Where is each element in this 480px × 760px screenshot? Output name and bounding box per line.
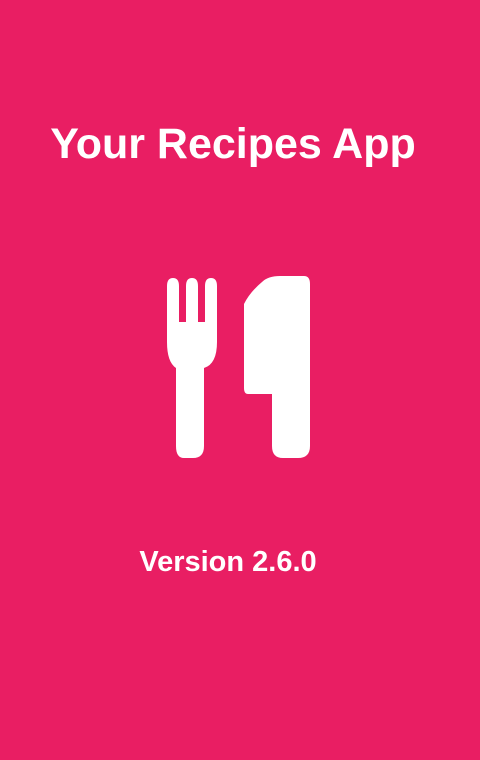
splash-screen: Your Recipes App Version 2.6.0 bbox=[0, 0, 480, 760]
knife-icon bbox=[244, 276, 310, 458]
app-title: Your Recipes App bbox=[50, 120, 416, 168]
version-label: Version 2.6.0 bbox=[139, 546, 317, 578]
fork-knife-icon bbox=[167, 276, 310, 458]
fork-icon bbox=[167, 278, 217, 458]
